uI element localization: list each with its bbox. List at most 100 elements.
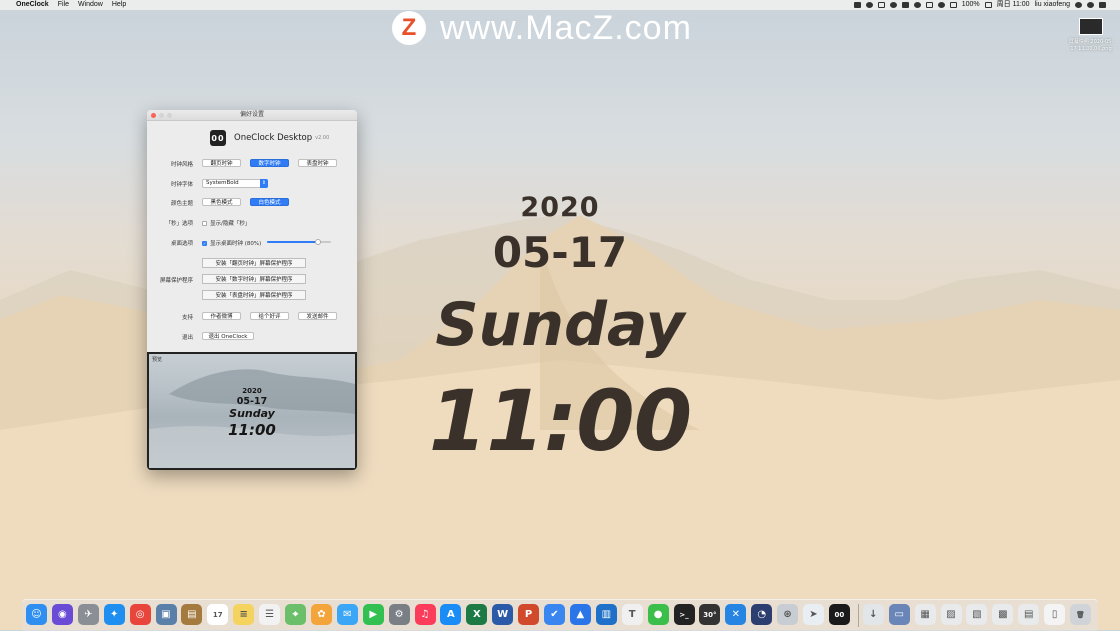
notes-brown-icon[interactable]: ▤: [181, 604, 203, 625]
quit-label: 退出: [181, 335, 193, 341]
reminders-icon[interactable]: ☰: [259, 604, 281, 625]
time-machine-icon[interactable]: [925, 2, 933, 8]
font-select[interactable]: SystemBold ⇕: [202, 179, 268, 188]
opacity-slider[interactable]: [267, 239, 331, 245]
chrome-icon[interactable]: ◎: [129, 604, 151, 625]
system-preferences-icon[interactable]: ⚙: [388, 604, 410, 625]
screensaver-icon[interactable]: ◔: [751, 604, 773, 625]
finder-icon[interactable]: ☺: [26, 604, 47, 625]
music-icon[interactable]: ♫: [414, 604, 436, 625]
terminal-icon[interactable]: >_: [673, 604, 695, 625]
desktop-checkbox[interactable]: ✓: [202, 240, 207, 246]
preview-time: 11:00: [228, 421, 276, 439]
clock-weekday: Sunday: [435, 290, 685, 360]
network-icon[interactable]: ⊛: [777, 604, 799, 625]
images-stack-icon[interactable]: ▧: [966, 604, 988, 625]
dial-clock-button[interactable]: 表盘时钟: [298, 159, 337, 167]
trello-icon[interactable]: ▥: [595, 604, 617, 625]
menu-app-name[interactable]: OneClock: [16, 0, 49, 10]
app-header: 00 OneClock Desktop v2.00: [210, 130, 329, 146]
window-titlebar[interactable]: 偏好设置: [147, 110, 357, 121]
cloud-status-icon[interactable]: [889, 2, 897, 8]
rate-button[interactable]: 给个好评: [250, 312, 289, 320]
desktop-file[interactable]: 屏幕快照 2020-05-17 11.00.00.png: [1068, 18, 1114, 53]
menubar-datetime[interactable]: 周日 11:00: [997, 0, 1030, 10]
install-dial-saver-button[interactable]: 安装「表盘时钟」屏幕保护程序: [202, 290, 306, 300]
install-flip-saver-button[interactable]: 安装「翻页时钟」屏幕保护程序: [202, 258, 306, 268]
dark-mode-button[interactable]: 黑色模式: [202, 198, 241, 206]
photos-icon[interactable]: ✿: [310, 604, 332, 625]
close-button[interactable]: [151, 113, 156, 118]
preview-date: 05-17: [236, 396, 268, 407]
weibo-button[interactable]: 作者微博: [202, 312, 241, 320]
preview-icon[interactable]: ▣: [155, 604, 177, 625]
temperature-icon[interactable]: 30°: [699, 604, 721, 625]
launchpad-icon[interactable]: ✈: [77, 604, 99, 625]
menu-window[interactable]: Window: [78, 0, 103, 10]
seconds-checkbox[interactable]: [202, 220, 207, 226]
desktop-checkbox-row[interactable]: ✓ 显示桌面时钟 (80%): [202, 239, 261, 247]
light-mode-button[interactable]: 白色模式: [250, 198, 289, 206]
window-title: 偏好设置: [239, 111, 264, 118]
clock-date: 05-17: [492, 228, 628, 277]
folder-stack-icon[interactable]: ▭: [888, 604, 910, 625]
preview-year: 2020: [242, 387, 262, 395]
files-stack-icon[interactable]: ▤: [1018, 604, 1040, 625]
battery-percent[interactable]: 100%: [962, 0, 980, 10]
display-status-icon[interactable]: [901, 2, 909, 8]
maps-icon[interactable]: ⌖: [285, 604, 306, 625]
install-digital-saver-button[interactable]: 安装「数字时钟」屏幕保护程序: [202, 274, 306, 284]
calendar-icon[interactable]: 17: [207, 604, 229, 625]
minimize-button[interactable]: [159, 113, 164, 118]
menu-file[interactable]: File: [58, 0, 69, 10]
battery-icon[interactable]: [984, 2, 992, 8]
wechat-icon[interactable]: ●: [647, 604, 669, 625]
volume-icon[interactable]: [949, 2, 957, 8]
powerpoint-icon[interactable]: P: [518, 604, 540, 625]
messages-icon[interactable]: ✉: [336, 604, 358, 625]
screensaver-label: 屏幕保护程序: [159, 278, 193, 284]
app-store-icon[interactable]: A: [440, 604, 462, 625]
dock: ☺ ◉ ✈ ✦ ◎ ▣ ▤ 17 ≡ ☰ ⌖ ✿ ✉ ▶ ⚙ ♫ A X W P ✔ ▲ ▥ T ● >_ 30° ✕ ◔ ⊛ ➤ 00 ↓ ▭ ▦…: [22, 599, 1098, 631]
safari-icon[interactable]: ✦: [103, 604, 125, 625]
pages-stack-icon[interactable]: ▯: [1044, 604, 1066, 625]
theme-label: 颜色主题: [170, 201, 193, 207]
wechat-status-icon[interactable]: [865, 2, 873, 8]
tasks-icon[interactable]: ✔: [544, 604, 565, 625]
desktop-stack-icon[interactable]: ▩: [992, 604, 1014, 625]
seconds-checkbox-row[interactable]: 显示/隐藏「秒」: [202, 219, 250, 227]
menubar-user[interactable]: liu xiaofeng: [1035, 0, 1070, 10]
clock-year: 2020: [520, 192, 600, 223]
slider-knob[interactable]: [315, 239, 322, 245]
telegram-icon[interactable]: ➤: [803, 604, 824, 625]
screenshots-stack-icon[interactable]: ▨: [940, 604, 962, 625]
docs-stack-icon[interactable]: ▦: [914, 604, 936, 625]
select-chevron-icon: ⇕: [260, 179, 268, 188]
excel-icon[interactable]: X: [466, 604, 488, 625]
notification-center-icon[interactable]: [1099, 2, 1106, 8]
status-app-icon[interactable]: [853, 2, 861, 8]
search-icon[interactable]: [1075, 2, 1082, 8]
typora-icon[interactable]: T: [621, 604, 643, 625]
siri-menu-icon[interactable]: [1087, 2, 1094, 8]
facetime-icon[interactable]: ▶: [362, 604, 384, 625]
digital-clock-button[interactable]: 数字时钟: [250, 159, 289, 167]
quit-button[interactable]: 退出 OneClock: [202, 332, 254, 340]
siri-icon[interactable]: ◉: [51, 604, 73, 625]
preview-panel: 预览 2020 05-17 Sunday 11:00: [147, 352, 357, 470]
oneclock-icon[interactable]: 00: [828, 604, 850, 625]
style-label: 时钟风格: [170, 162, 193, 168]
flip-clock-button[interactable]: 翻页时钟: [202, 159, 241, 167]
wifi-icon[interactable]: [937, 2, 945, 8]
word-icon[interactable]: W: [492, 604, 514, 625]
notes-icon[interactable]: ≡: [233, 604, 255, 625]
navigation-icon[interactable]: ▲: [569, 604, 591, 625]
email-button[interactable]: 发送邮件: [298, 312, 337, 320]
menu-help[interactable]: Help: [112, 0, 126, 10]
zoom-button[interactable]: [167, 113, 172, 118]
clipboard-status-icon[interactable]: [877, 2, 885, 8]
timer-status-icon[interactable]: [913, 2, 921, 8]
downloads-icon[interactable]: ↓: [862, 604, 884, 625]
trash-icon[interactable]: 🗑: [1070, 604, 1091, 625]
vscode-icon[interactable]: ✕: [725, 604, 747, 625]
